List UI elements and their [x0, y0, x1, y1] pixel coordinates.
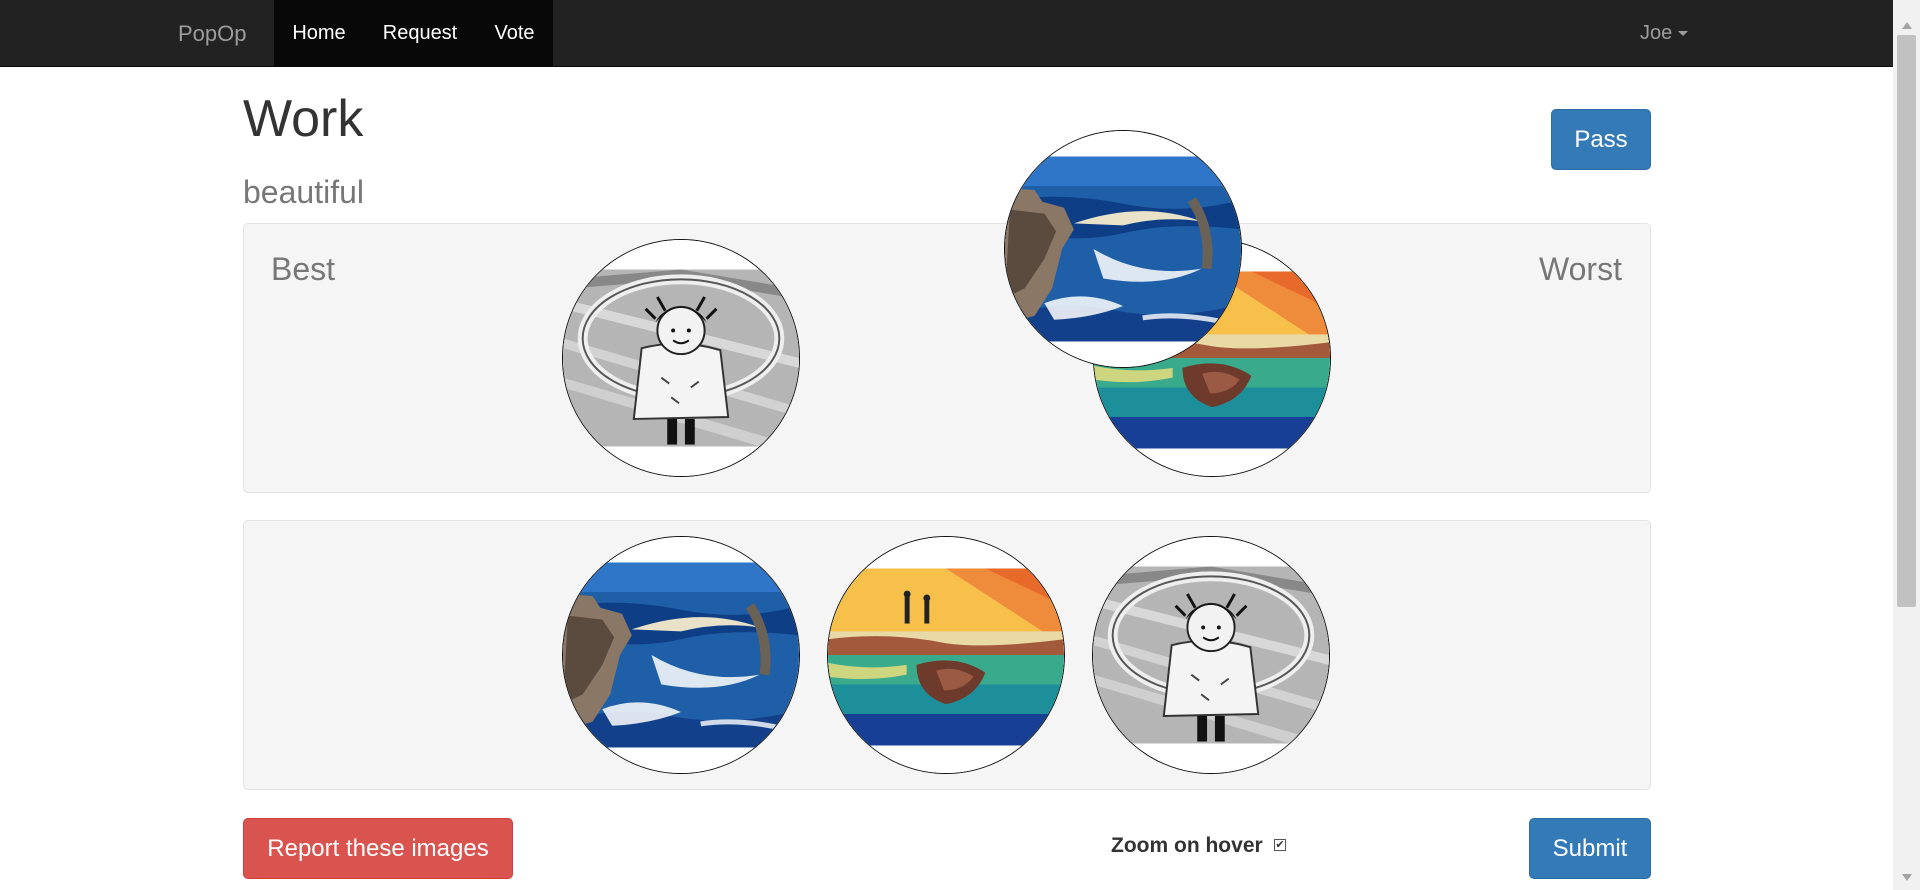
report-images-button[interactable]: Report these images — [243, 818, 513, 879]
pass-button[interactable]: Pass — [1551, 109, 1651, 170]
page-title: Work — [243, 90, 364, 148]
zoom-on-hover-checkbox[interactable]: ✔ — [1274, 839, 1286, 851]
worst-label: Worst — [1539, 251, 1622, 287]
coastal-waves-image — [563, 537, 799, 773]
caret-down-icon — [1678, 31, 1689, 37]
girl-jump-rope-image — [1093, 537, 1329, 773]
zoom-on-hover-label: Zoom on hover — [1111, 834, 1263, 857]
dragging-image-coastal-waves[interactable] — [1004, 130, 1242, 368]
brand-link[interactable]: PopOp — [178, 0, 247, 67]
nav-item-home[interactable]: Home — [274, 0, 364, 67]
pool-image-girl-jump-rope[interactable] — [1092, 536, 1330, 774]
user-name: Joe — [1640, 22, 1673, 44]
pool-image-sunset-rocks[interactable] — [827, 536, 1065, 774]
coastal-waves-image — [1005, 131, 1241, 367]
scroll-up-arrow-icon[interactable] — [1902, 22, 1912, 29]
page-scrollbar[interactable] — [1893, 0, 1920, 890]
nav-item-request[interactable]: Request — [364, 0, 476, 67]
sunset-rocks-image — [828, 537, 1064, 773]
scroll-thumb[interactable] — [1897, 35, 1916, 607]
scroll-down-arrow-icon[interactable] — [1902, 874, 1912, 881]
nav-item-vote[interactable]: Vote — [476, 0, 553, 67]
pool-image-coastal-waves[interactable] — [562, 536, 800, 774]
ranked-image-girl-jump-rope[interactable] — [562, 239, 800, 477]
top-navbar: PopOp Home Request Vote Joe — [0, 0, 1893, 67]
girl-jump-rope-image — [563, 240, 799, 476]
page-subtitle: beautiful — [243, 174, 364, 210]
submit-button[interactable]: Submit — [1529, 818, 1651, 879]
best-label: Best — [271, 251, 336, 287]
ranking-area[interactable] — [243, 223, 1651, 493]
user-menu-dropdown[interactable]: Joe — [1640, 0, 1689, 67]
